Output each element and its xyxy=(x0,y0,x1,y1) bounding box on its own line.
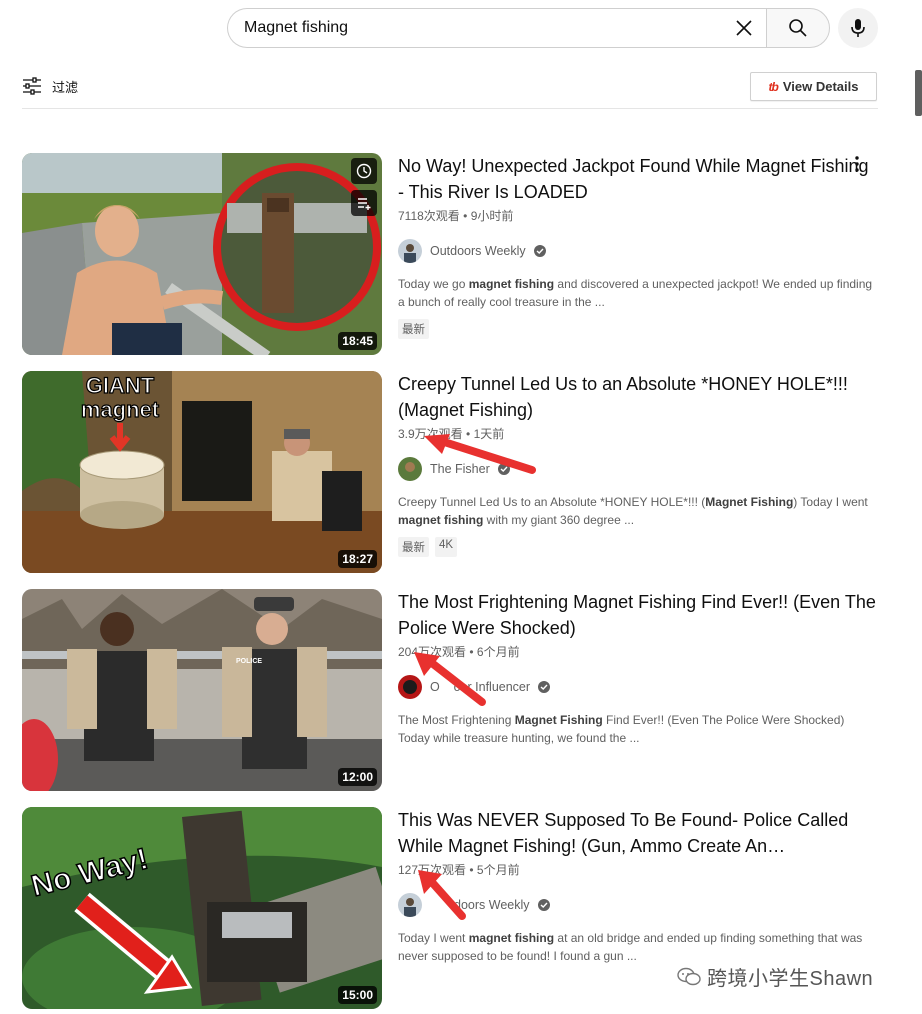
upload-age: 1天前 xyxy=(473,427,505,441)
mic-icon xyxy=(851,19,865,37)
meta-separator: • xyxy=(469,645,474,659)
video-thumbnail[interactable]: POLICE 12:00 xyxy=(22,589,382,791)
video-description: Today I went magnet fishing at an old br… xyxy=(398,931,863,963)
thumbnail-text: GIANT xyxy=(86,373,155,398)
thumbnail-text: POLICE xyxy=(236,658,262,665)
verified-icon xyxy=(537,899,550,911)
video-description: Today we go magnet fishing and discovere… xyxy=(398,277,873,309)
badge-row: 最新 xyxy=(398,319,878,339)
video-result: GIANT magnet 18:27 Creepy Tunnel Led Us … xyxy=(22,371,882,573)
channel-name: The Fisher xyxy=(430,462,490,476)
channel-name: Outdoors Weekly xyxy=(430,244,526,258)
channel-link[interactable]: The Fisher xyxy=(398,457,878,481)
more-vert-icon xyxy=(855,156,859,172)
channel-link[interactable]: doors Weekly xyxy=(398,893,878,917)
header-divider xyxy=(22,108,878,109)
more-actions-button[interactable] xyxy=(848,153,866,175)
watermark: 跨境小学生Shawn xyxy=(677,962,873,991)
filter-label: 过滤 xyxy=(52,79,79,95)
verified-icon xyxy=(533,245,546,257)
video-result: POLICE 12:00 The Most Frightening Magnet… xyxy=(22,589,882,791)
thumbnail-image: GIANT magnet xyxy=(22,371,382,573)
video-description: The Most Frightening Magnet Fishing Find… xyxy=(398,713,845,745)
video-duration: 18:27 xyxy=(338,550,377,568)
badge-4k: 4K xyxy=(435,537,458,557)
watermark-text: 跨境小学生Shawn xyxy=(707,968,874,990)
verified-icon xyxy=(538,681,551,693)
view-count: 3.9万次观看 xyxy=(398,427,463,441)
search-bar xyxy=(227,8,830,48)
video-thumbnail[interactable]: GIANT magnet 18:27 xyxy=(22,371,382,573)
view-count: 127万次观看 xyxy=(398,863,467,877)
channel-link[interactable]: Outdoors Weekly xyxy=(398,239,878,263)
view-count: 204万次观看 xyxy=(398,645,467,659)
thumbnail-text: magnet xyxy=(81,397,160,422)
badge-new: 最新 xyxy=(398,537,429,557)
upload-age: 6个月前 xyxy=(476,645,520,659)
video-meta: 7118次观看 • 9小时前 xyxy=(398,207,878,225)
sliders-icon xyxy=(23,77,41,95)
video-info: This Was NEVER Supposed To Be Found- Pol… xyxy=(398,807,878,965)
video-title[interactable]: No Way! Unexpected Jackpot Found While M… xyxy=(398,153,878,205)
wechat-icon xyxy=(677,967,701,985)
view-details-button[interactable]: tb View Details xyxy=(750,72,877,101)
search-input[interactable] xyxy=(244,19,726,37)
thumbnail-image: No Way! xyxy=(22,807,382,1009)
scrollbar-thumb[interactable] xyxy=(915,70,922,116)
video-duration: 12:00 xyxy=(338,768,377,786)
channel-avatar xyxy=(398,893,422,917)
meta-separator: • xyxy=(466,427,471,441)
video-info: No Way! Unexpected Jackpot Found While M… xyxy=(398,153,878,339)
filter-button[interactable]: 过滤 xyxy=(22,76,78,96)
video-title[interactable]: This Was NEVER Supposed To Be Found- Pol… xyxy=(398,807,878,859)
video-title[interactable]: The Most Frightening Magnet Fishing Find… xyxy=(398,589,878,641)
verified-icon xyxy=(497,463,510,475)
tubebuddy-logo: tb xyxy=(768,79,779,94)
video-meta: 3.9万次观看 • 1天前 xyxy=(398,425,878,443)
video-duration: 15:00 xyxy=(338,986,377,1004)
video-meta: 204万次观看 • 6个月前 xyxy=(398,643,878,661)
thumbnail-image xyxy=(22,153,382,355)
channel-name: O oor Influencer xyxy=(430,680,531,694)
clock-icon xyxy=(356,163,372,179)
video-info: The Most Frightening Magnet Fishing Find… xyxy=(398,589,878,747)
search-button[interactable] xyxy=(766,8,830,48)
video-meta: 127万次观看 • 5个月前 xyxy=(398,861,878,879)
video-description: Creepy Tunnel Led Us to an Absolute *HON… xyxy=(398,495,868,527)
meta-separator: • xyxy=(463,209,468,223)
channel-link[interactable]: O oor Influencer xyxy=(398,675,878,699)
channel-avatar xyxy=(398,675,422,699)
voice-search-button[interactable] xyxy=(838,8,878,48)
thumbnail-image: POLICE xyxy=(22,589,382,791)
video-duration: 18:45 xyxy=(338,332,377,350)
badge-row: 最新 4K xyxy=(398,537,878,557)
video-thumbnail[interactable]: 18:45 xyxy=(22,153,382,355)
channel-name: doors Weekly xyxy=(454,898,530,912)
view-details-label: View Details xyxy=(782,79,859,94)
badge-new: 最新 xyxy=(398,319,429,339)
channel-avatar xyxy=(398,239,422,263)
search-box[interactable] xyxy=(227,8,766,48)
video-thumbnail[interactable]: No Way! 15:00 xyxy=(22,807,382,1009)
upload-age: 9小时前 xyxy=(470,209,514,223)
upload-age: 5个月前 xyxy=(476,863,520,877)
video-title[interactable]: Creepy Tunnel Led Us to an Absolute *HON… xyxy=(398,371,878,423)
close-icon xyxy=(736,20,752,36)
meta-separator: • xyxy=(469,863,474,877)
watch-later-button[interactable] xyxy=(351,158,377,184)
search-icon xyxy=(789,19,807,37)
clear-search-button[interactable] xyxy=(726,10,762,46)
queue-icon xyxy=(358,198,371,210)
add-to-queue-button[interactable] xyxy=(351,190,377,216)
channel-avatar xyxy=(398,457,422,481)
video-result: 18:45 No Way! Unexpected Jackpot Found W… xyxy=(22,153,882,355)
video-info: Creepy Tunnel Led Us to an Absolute *HON… xyxy=(398,371,878,557)
view-count: 7118次观看 xyxy=(398,209,460,223)
